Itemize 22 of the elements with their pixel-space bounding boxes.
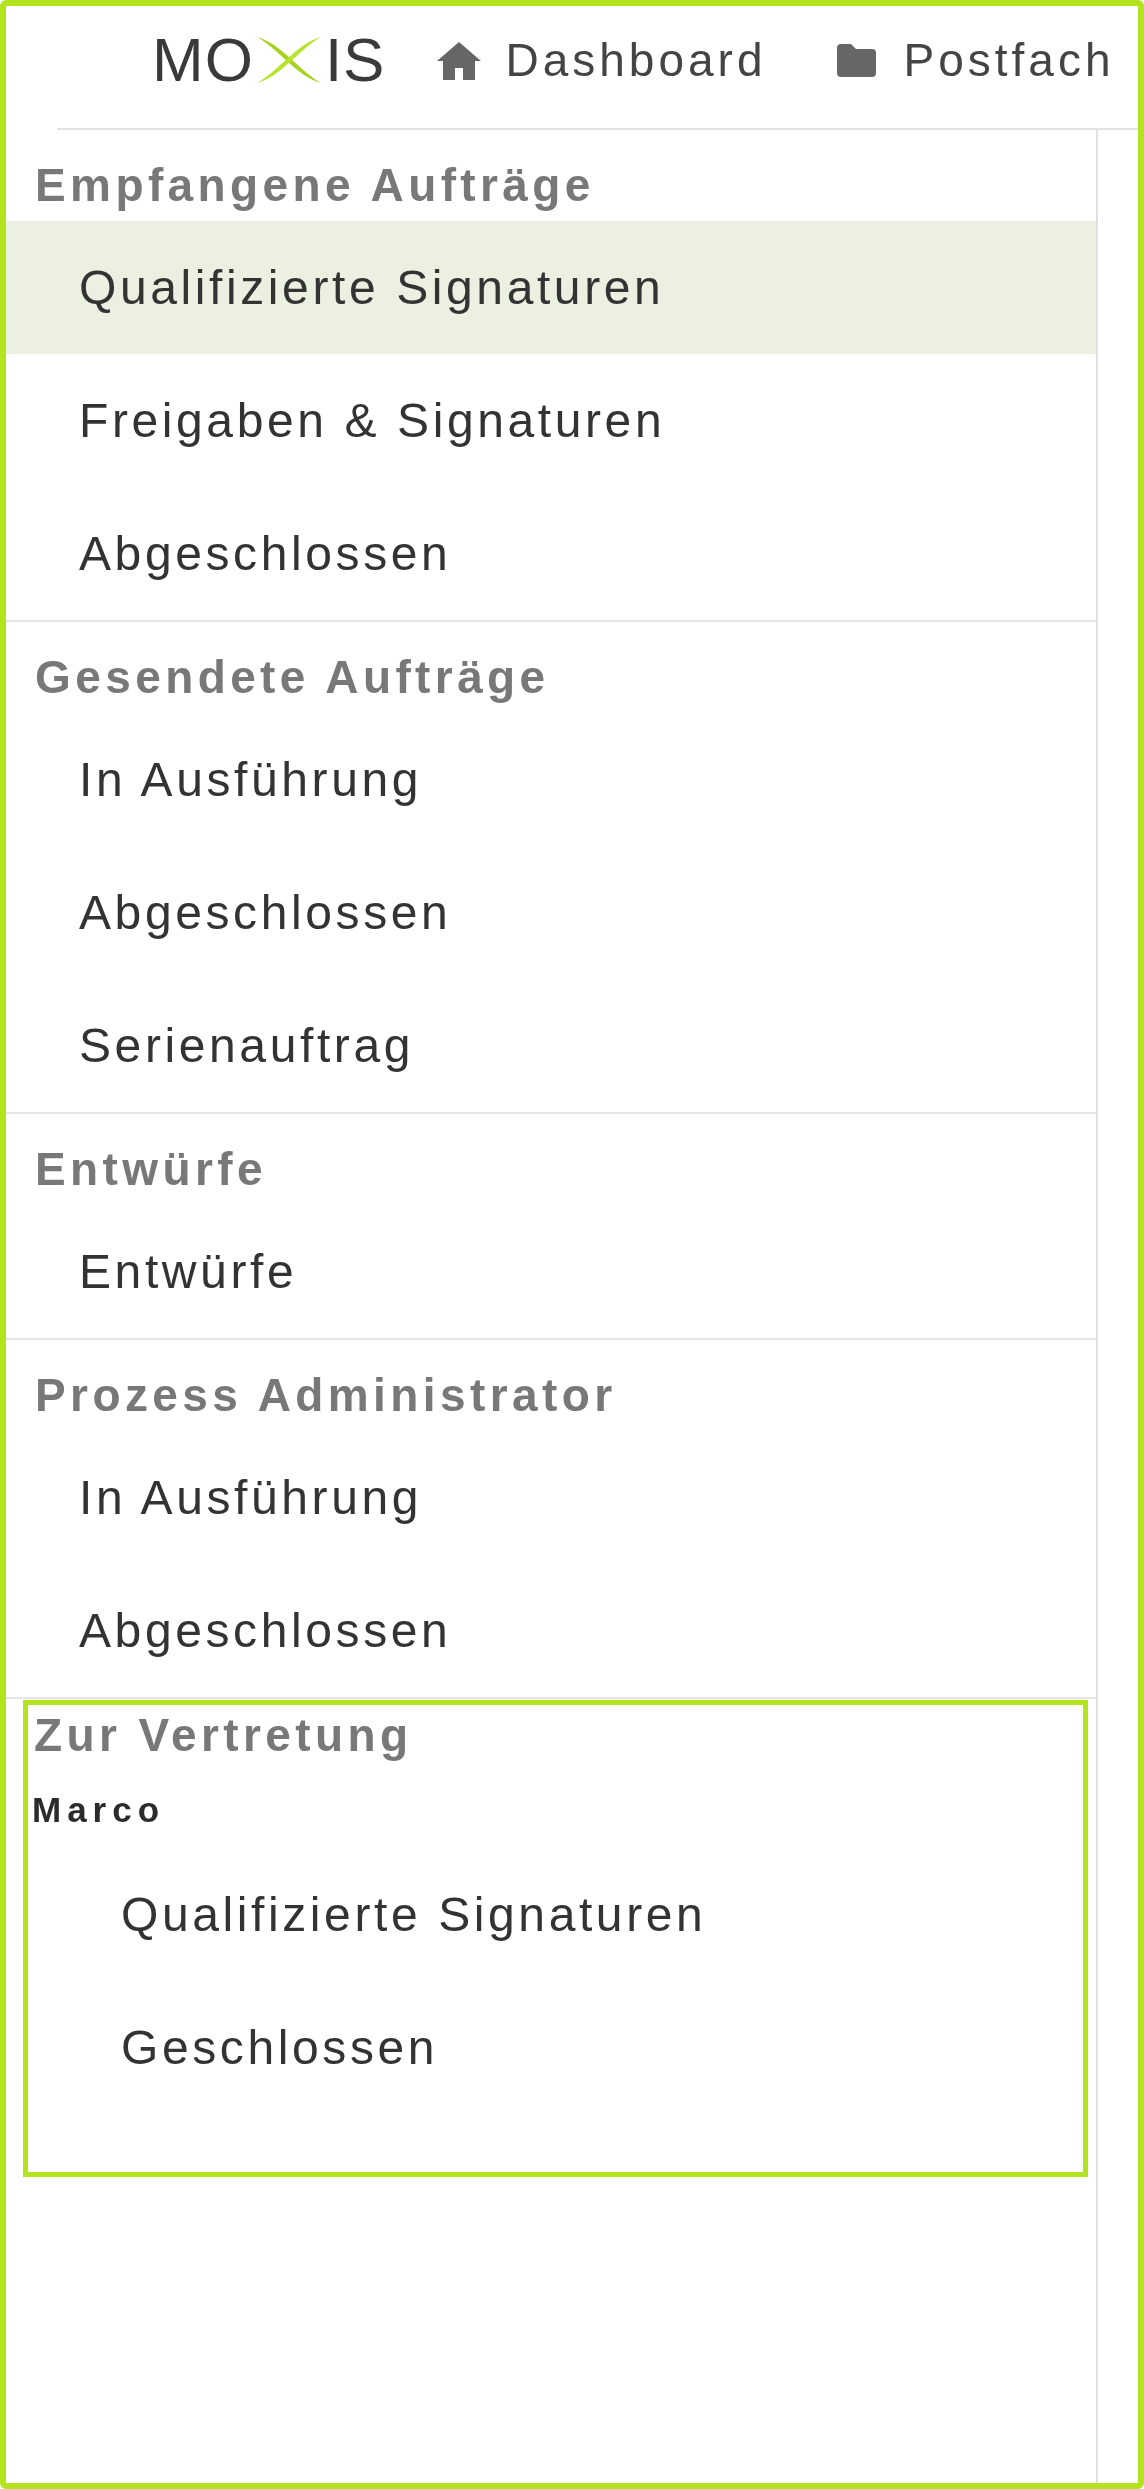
delegator-name: Marco	[31, 1789, 167, 1831]
folder-icon	[836, 43, 876, 77]
sidebar-item[interactable]: Entwürfe	[6, 1205, 1096, 1338]
section-heading: Zur Vertretung	[33, 1708, 414, 1760]
sidebar-item[interactable]: Qualifizierte Signaturen	[28, 1848, 1083, 1981]
sidebar-item[interactable]: Geschlossen	[28, 1981, 1083, 2114]
sidebar-item[interactable]: Serienauftrag	[6, 979, 1096, 1112]
section-heading: Prozess Administrator	[34, 1368, 618, 1423]
sidebar-item[interactable]: Freigaben & Signaturen	[6, 354, 1096, 487]
nav-link[interactable]: Dashboard	[437, 37, 767, 83]
sidebar-item[interactable]: Abgeschlossen	[6, 487, 1096, 620]
section-heading: Entwürfe	[34, 1142, 268, 1197]
sidebar-item[interactable]: Qualifizierte Signaturen	[6, 221, 1096, 354]
home-icon	[437, 40, 482, 80]
sidebar-item[interactable]: Abgeschlossen	[6, 1564, 1096, 1697]
sidebar-item[interactable]: Abgeschlossen	[6, 846, 1096, 979]
nav-link[interactable]: Postfach	[836, 37, 1115, 83]
logo-link[interactable]: MO IS	[152, 29, 386, 91]
sidebar-item[interactable]: In Ausführung	[6, 1431, 1096, 1564]
section-heading: Gesendete Aufträge	[34, 650, 551, 705]
sidebar-item[interactable]: In Ausführung	[6, 713, 1096, 846]
section-heading: Empfangene Aufträge	[34, 158, 596, 213]
